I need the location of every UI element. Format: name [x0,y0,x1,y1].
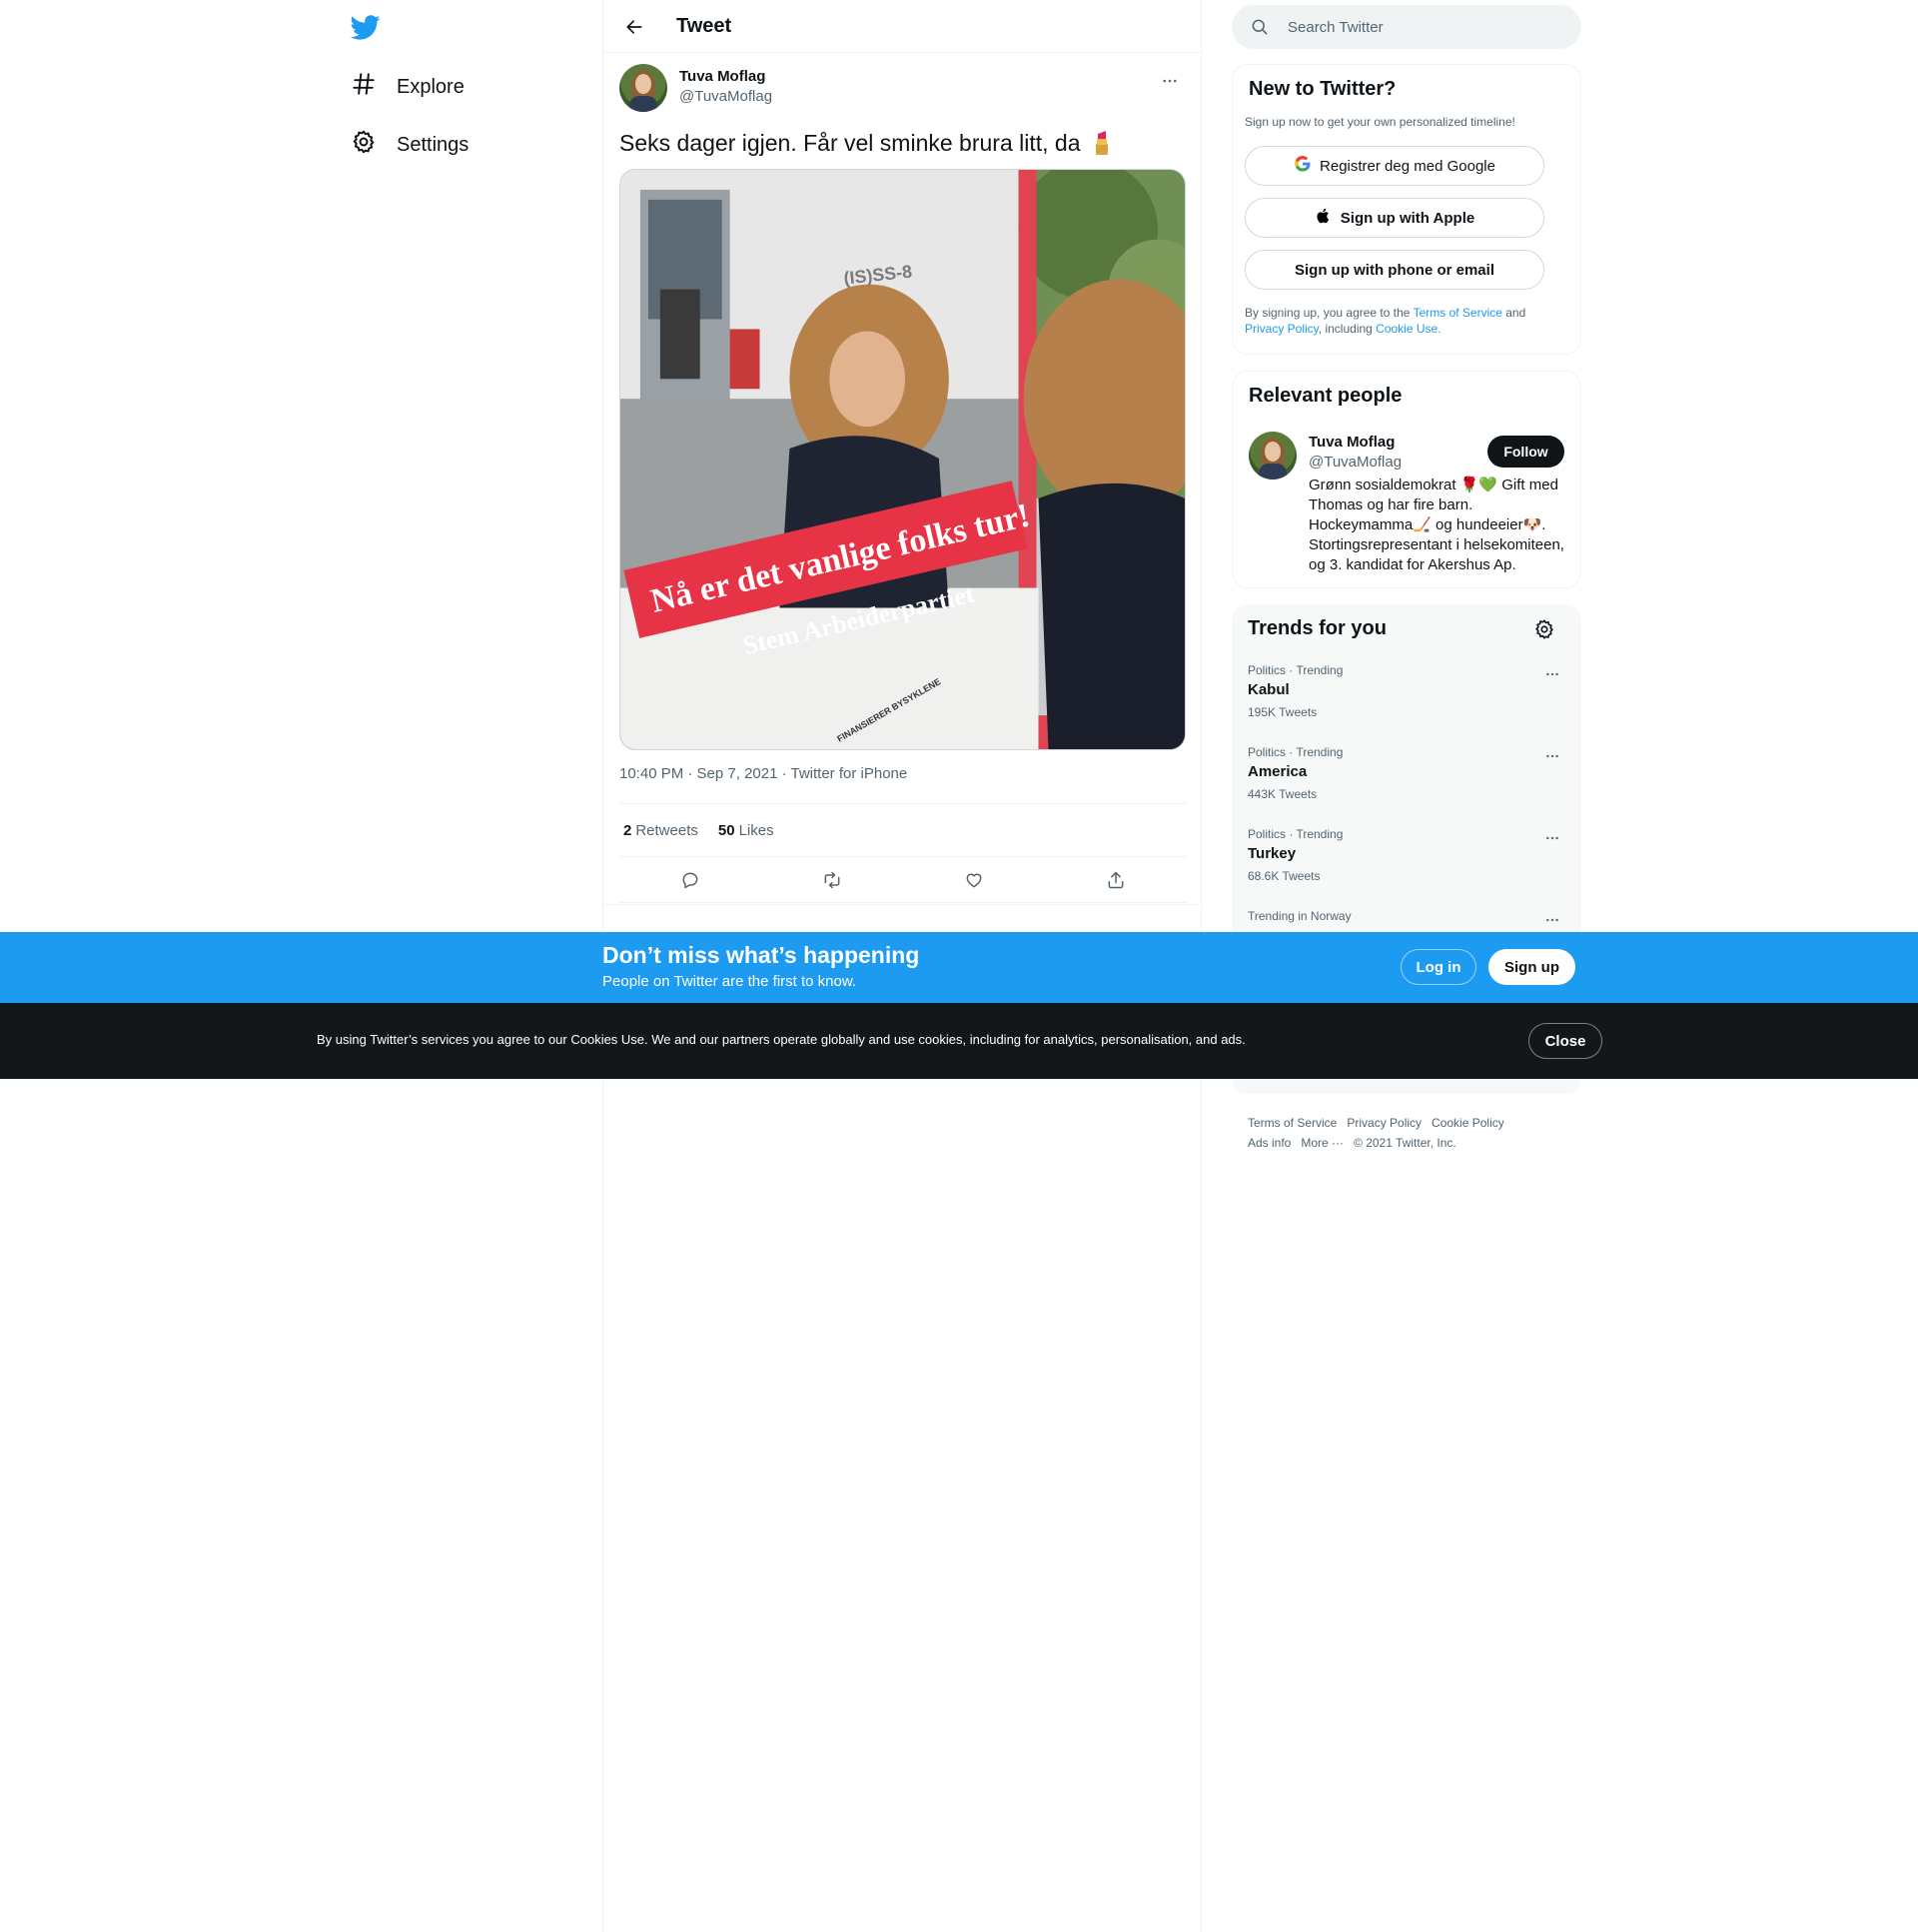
likes-label: Likes [738,821,774,839]
more-options-icon[interactable] [1541,827,1563,849]
page-title: Tweet [676,15,732,37]
search-input[interactable] [1288,5,1567,49]
tweet-stats: 2 Retweets 50 Likes [619,803,1187,857]
footer-copyright: © 2021 Twitter, Inc. [1354,1136,1456,1150]
trend-name: Kabul [1248,681,1290,698]
footer-links: Terms of Service Privacy Policy Cookie Pol… [1248,1113,1567,1153]
person-name[interactable]: Tuva Moflag [1309,434,1395,451]
reply-icon[interactable] [673,863,707,897]
person-bio: Grønn sosialdemokrat 🌹💚 Gift med Thomas … [1309,477,1564,573]
trend-category: Politics · Trending [1248,827,1344,841]
footer-terms-link[interactable]: Terms of Service [1248,1116,1337,1130]
terms-link[interactable]: Terms of Service [1414,306,1502,320]
likes-count: 50 [717,821,735,839]
trend-count: 68.6K Tweets [1248,869,1321,883]
footer-privacy-link[interactable]: Privacy Policy [1347,1116,1422,1130]
login-button[interactable]: Log in [1401,949,1476,985]
privacy-link[interactable]: Privacy Policy [1245,322,1319,336]
apple-signup-button[interactable]: Sign up with Apple [1245,198,1544,238]
google-signup-label: Registrer deg med Google [1320,157,1495,175]
retweets-count: 2 [623,821,632,839]
tweet-photo[interactable]: Nå er det vanlige folks tur! Stem Arbeid… [619,169,1186,750]
trends-title: Trends for you [1248,617,1387,639]
tweet-text-content: Seks dager igjen. Får vel sminke brura l… [619,130,1081,156]
legal-pre: By signing up, you agree to the [1245,306,1414,320]
more-options-icon[interactable] [1541,909,1563,931]
trend-name: America [1248,763,1308,780]
cookie-text: By using Twitter’s services you agree to… [317,1032,1246,1047]
more-options-icon[interactable] [1541,745,1563,767]
follow-button[interactable]: Follow [1487,436,1564,468]
trend-item[interactable]: Politics · Trending America 443K Tweets [1248,745,1567,825]
retweets-stat[interactable]: 2 Retweets [623,822,698,839]
cookie-close-button[interactable]: Close [1528,1023,1602,1059]
signup-card: New to Twitter? Sign up now to get your … [1232,64,1581,355]
google-icon [1294,155,1312,177]
signup-banner: Don’t miss what’s happening People on Tw… [0,932,1918,1003]
share-icon[interactable] [1099,863,1133,897]
cookie-use-link[interactable]: Cookie Use. [1376,322,1440,336]
nav-settings-label: Settings [397,133,470,156]
nav-explore-label: Explore [397,75,465,98]
trend-category: Trending in Norway [1248,909,1352,923]
tweet-actions [619,857,1187,903]
retweets-label: Retweets [635,821,698,839]
twitter-logo-icon[interactable] [350,12,381,42]
more-options-icon[interactable] [1155,66,1185,96]
avatar[interactable] [619,64,667,112]
signup-button[interactable]: Sign up [1488,949,1575,985]
tweet-text: Seks dager igjen. Får vel sminke brura l… [619,128,1187,158]
tweet-timestamp[interactable]: 10:40 PM · Sep 7, 2021 · Twitter for iPh… [619,765,907,782]
tweet-header: Tweet [603,0,1203,53]
like-heart-icon[interactable] [957,863,991,897]
hashtag-icon [351,71,377,103]
author-name[interactable]: Tuva Moflag [679,68,765,85]
nav-settings[interactable]: Settings [351,121,469,169]
trend-category: Politics · Trending [1248,745,1344,759]
footer-more-link[interactable]: More ··· [1301,1136,1344,1150]
phone-email-signup-label: Sign up with phone or email [1294,261,1494,279]
trend-name: Turkey [1248,845,1297,862]
search-box[interactable] [1232,5,1581,49]
signup-legal-text: By signing up, you agree to the Terms of… [1245,305,1564,337]
author-handle[interactable]: @TuvaMoflag [679,88,772,105]
footer-ads-link[interactable]: Ads info [1248,1136,1291,1150]
apple-signup-label: Sign up with Apple [1340,209,1475,227]
legal-including: , including [1318,322,1377,336]
trends-settings-gear-icon[interactable] [1533,618,1555,640]
person-handle[interactable]: @TuvaMoflag [1309,454,1402,471]
avatar[interactable] [1249,432,1297,480]
signup-subtitle: Sign up now to get your own personalized… [1245,115,1515,129]
trend-category: Politics · Trending [1248,663,1344,677]
banner-subtitle: People on Twitter are the first to know. [602,973,857,990]
search-icon [1252,19,1268,35]
trend-item[interactable]: Politics · Trending Turkey 68.6K Tweets [1248,827,1567,907]
legal-and: and [1501,306,1526,320]
back-arrow-icon[interactable] [617,10,651,44]
phone-email-signup-button[interactable]: Sign up with phone or email [1245,250,1544,290]
nav-explore[interactable]: Explore [351,63,465,111]
more-options-icon[interactable] [1541,663,1563,685]
cookie-banner: By using Twitter’s services you agree to… [0,1003,1918,1079]
trend-item[interactable]: Politics · Trending Kabul 195K Tweets [1248,663,1567,743]
google-signup-button[interactable]: Registrer deg med Google [1245,146,1544,186]
trend-count: 195K Tweets [1248,705,1318,719]
retweet-icon[interactable] [815,863,849,897]
page-root: Explore Settings Tweet Tuva Moflag @Tuva… [0,0,1918,1932]
relevant-people-card: Relevant people Tuva Moflag @TuvaMoflag … [1232,371,1581,588]
gear-icon [351,129,377,161]
trend-count: 443K Tweets [1248,787,1318,801]
signup-title: New to Twitter? [1249,78,1397,100]
footer-cookie-link[interactable]: Cookie Policy [1432,1116,1504,1130]
likes-stat[interactable]: 50 Likes [718,822,774,839]
lipstick-emoji-icon [1093,130,1111,156]
banner-title: Don’t miss what’s happening [602,942,920,968]
relevant-people-title: Relevant people [1249,385,1403,407]
apple-icon [1315,207,1333,229]
tweet-author: Tuva Moflag @TuvaMoflag [619,64,1187,114]
divider [603,904,1203,905]
